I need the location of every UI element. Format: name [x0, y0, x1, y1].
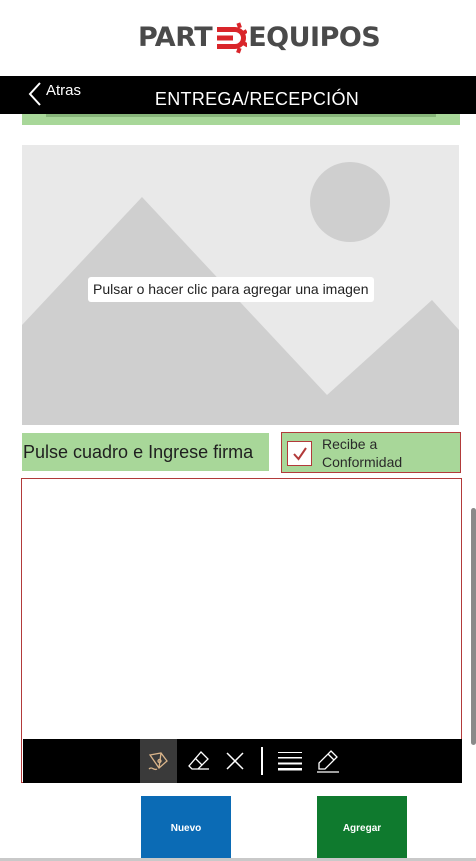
logo-text-equipos: EQUIPOS	[248, 22, 381, 53]
signature-instruction: Pulse cuadro e Ingrese firma	[22, 433, 269, 471]
pen-icon	[148, 752, 168, 771]
toolbar-separator	[261, 747, 263, 775]
navigation-bar: Atras ENTREGA/RECEPCIÓN	[0, 76, 476, 114]
clear-tool-button[interactable]	[216, 739, 253, 783]
image-picker[interactable]: Pulsar o hacer clic para agregar una ima…	[22, 145, 459, 425]
conformity-toggle[interactable]: Recibe a Conformidad	[281, 432, 461, 473]
conformity-label: Recibe a Conformidad	[322, 436, 403, 470]
stroke-width-button[interactable]	[271, 739, 308, 783]
page-title: ENTREGA/RECEPCIÓN	[154, 89, 360, 109]
logo-text-part: PART	[138, 22, 213, 53]
new-button[interactable]: Nuevo	[141, 796, 231, 861]
edit-color-icon	[316, 750, 339, 773]
eraser-icon	[187, 751, 209, 770]
partequipos-logo: PART EQUIPOS	[138, 20, 381, 56]
add-button[interactable]: Agregar	[317, 796, 407, 861]
check-icon	[293, 447, 307, 461]
scrollbar[interactable]	[471, 508, 476, 745]
signature-pad[interactable]	[21, 478, 462, 783]
edit-color-button[interactable]	[309, 739, 346, 783]
conformity-checkbox[interactable]	[287, 441, 312, 466]
gear-icon	[213, 20, 248, 56]
previous-field-strip	[22, 114, 460, 125]
pen-tool-button[interactable]	[140, 739, 177, 783]
signature-toolbar	[23, 739, 462, 783]
eraser-tool-button[interactable]	[180, 739, 217, 783]
clear-icon	[225, 752, 244, 770]
stroke-width-icon	[277, 752, 302, 771]
image-picker-hint: Pulsar o hacer clic para agregar una ima…	[88, 277, 374, 302]
app-header: PART EQUIPOS	[0, 0, 476, 76]
